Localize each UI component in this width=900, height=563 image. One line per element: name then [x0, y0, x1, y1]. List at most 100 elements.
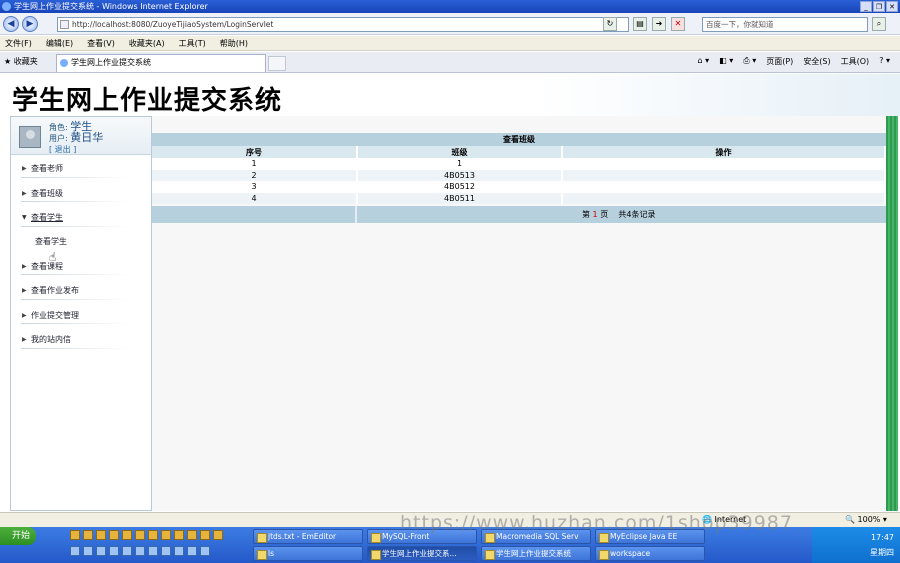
table-row: 1 1 — [152, 158, 886, 170]
menu-tools[interactable]: 工具(T) — [179, 36, 206, 50]
cell-class: 4B0511 — [357, 192, 563, 204]
window-controls: _ ❐ ✕ — [860, 1, 898, 12]
menu-view[interactable]: 查看(V) — [87, 36, 115, 50]
quick-launch-icon[interactable] — [187, 546, 197, 556]
quick-launch-icon[interactable] — [96, 546, 106, 556]
class-table: 序号 班级 操作 1 1 2 4B0513 3 4B0512 4 4B0511 — [152, 146, 886, 204]
vertical-scrollbar[interactable] — [886, 116, 898, 511]
arrow-down-icon: ▼ — [22, 214, 27, 221]
logout-link[interactable]: [ 退出 ] — [49, 144, 76, 155]
print-icon[interactable]: ⎙ ▾ — [743, 56, 756, 67]
taskbar-button-workspace[interactable]: workspace — [595, 546, 705, 561]
quick-launch-icon[interactable] — [122, 530, 132, 540]
quick-launch-icon[interactable] — [200, 546, 210, 556]
minimize-icon[interactable]: _ — [860, 1, 872, 12]
feeds-icon[interactable]: ◧ ▾ — [719, 56, 733, 67]
close-icon[interactable]: ✕ — [886, 1, 898, 12]
quick-launch-icon[interactable] — [187, 530, 197, 540]
sidebar-item-messages[interactable]: ▶ 我的站内信 — [11, 328, 151, 353]
cell-index: 4 — [152, 192, 358, 204]
help-icon[interactable]: ? ▾ — [879, 56, 890, 67]
command-page[interactable]: 页面(P) — [766, 56, 793, 67]
back-icon[interactable]: ◀ — [3, 16, 19, 32]
restore-icon[interactable]: ❐ — [873, 1, 885, 12]
favorites-button[interactable]: ★ 收藏夹 — [4, 56, 38, 67]
menu-file[interactable]: 文件(F) — [5, 36, 32, 50]
quick-launch-icon[interactable] — [83, 530, 93, 540]
hand-cursor-icon: ☝ — [49, 250, 57, 264]
quick-launch-icon[interactable] — [174, 530, 184, 540]
quick-launch-icon[interactable] — [135, 546, 145, 556]
avatar — [19, 126, 41, 148]
quick-launch-icon[interactable] — [148, 530, 158, 540]
quick-launch-icon[interactable] — [96, 530, 106, 540]
quick-launch-icon[interactable] — [213, 530, 223, 540]
sidebar-item-students[interactable]: ▼ 查看学生 — [11, 206, 151, 231]
start-button[interactable]: 开始 — [0, 527, 36, 545]
menu-edit[interactable]: 编辑(E) — [46, 36, 73, 50]
cell-class: 1 — [357, 158, 563, 170]
quick-launch-icon[interactable] — [200, 530, 210, 540]
quick-launch-icon[interactable] — [174, 546, 184, 556]
quick-launch-icon[interactable] — [109, 546, 119, 556]
sidebar-item-classes[interactable]: ▶ 查看班级 — [11, 182, 151, 207]
pager-page-number[interactable]: 1 — [593, 210, 598, 219]
menu-help[interactable]: 帮助(H) — [220, 36, 248, 50]
user-panel: 角色: 学生 用户: 黄日华 [ 退出 ] — [11, 117, 151, 155]
menu-favorites[interactable]: 收藏夹(A) — [129, 36, 165, 50]
quick-launch-icon[interactable] — [83, 546, 93, 556]
page-icon — [60, 20, 69, 29]
taskbar-button-ie-1[interactable]: 学生网上作业提交系... — [367, 546, 477, 561]
quick-launch-icon[interactable] — [70, 530, 80, 540]
weekday: 星期四 — [870, 548, 894, 557]
tab-bar: ★ 收藏夹 学生网上作业提交系统 ⌂ ▾ ◧ ▾ ⎙ ▾ 页面(P) 安全(S)… — [0, 52, 900, 73]
sidebar-item-teachers[interactable]: ▶ 查看老师 — [11, 157, 151, 182]
arrow-right-icon: ▶ — [22, 165, 27, 172]
quick-launch-icon[interactable] — [148, 546, 158, 556]
cell-index: 3 — [152, 181, 358, 193]
stop-icon[interactable]: ✕ — [671, 17, 685, 31]
command-safety[interactable]: 安全(S) — [803, 56, 830, 67]
address-row: ◀ ▶ http://localhost:8080/ZuoyeTijiaoSys… — [0, 13, 900, 35]
command-bar: ⌂ ▾ ◧ ▾ ⎙ ▾ 页面(P) 安全(S) 工具(O) ? ▾ — [698, 56, 891, 67]
taskbar-button-ls[interactable]: ls — [253, 546, 363, 561]
taskbar-button-emeditor[interactable]: jtds.txt - EmEditor — [253, 529, 363, 544]
taskbar-button-ie-2[interactable]: 学生网上作业提交系统 — [481, 546, 591, 561]
cell-action — [562, 158, 886, 170]
sidebar-item-submissions[interactable]: ▶ 作业提交管理 — [11, 304, 151, 329]
quick-launch-icon[interactable] — [161, 546, 171, 556]
quick-launch-row2 — [70, 546, 210, 556]
compat-icon[interactable]: ▤ — [633, 17, 647, 31]
search-input[interactable]: 百度一下，你就知道 — [702, 17, 868, 32]
quick-launch-icon[interactable] — [135, 530, 145, 540]
sidebar-subitem-view-students[interactable]: 查看学生 — [11, 231, 151, 255]
system-tray: 17:47 星期四 — [812, 527, 900, 563]
quick-launch-icon[interactable] — [122, 546, 132, 556]
arrow-right-icon: ▶ — [22, 287, 27, 294]
arrow-right-icon: ▶ — [22, 262, 27, 270]
quick-launch-icon[interactable] — [109, 530, 119, 540]
go-icon[interactable]: ➜ — [652, 17, 666, 31]
quick-launch-icon[interactable] — [70, 546, 80, 556]
user-name-row: 用户: 黄日华 — [49, 129, 103, 145]
home-icon[interactable]: ⌂ ▾ — [698, 56, 710, 67]
clock[interactable]: 17:47 — [871, 533, 894, 542]
refresh-icon[interactable]: ↻ — [603, 17, 617, 31]
zoom-control[interactable]: 🔍 100% ▾ — [845, 513, 887, 527]
command-tools[interactable]: 工具(O) — [841, 56, 870, 67]
sidebar-item-assignments[interactable]: ▶ 查看作业发布 — [11, 279, 151, 304]
sidebar-item-courses[interactable]: ▶ 查看课程 — [11, 255, 151, 280]
tab-current[interactable]: 学生网上作业提交系统 — [56, 54, 266, 72]
menu-bar: 文件(F) 编辑(E) 查看(V) 收藏夹(A) 工具(T) 帮助(H) — [0, 36, 900, 51]
user-name: 黄日华 — [70, 131, 104, 144]
sidebar-menu: ▶ 查看老师 ▶ 查看班级 ▼ 查看学生 查看学生 ▶ 查看课程 ▶ 查看作业发布 ▶ 作业… — [11, 157, 151, 353]
cell-index: 2 — [152, 169, 358, 181]
column-header-action: 操作 — [562, 146, 886, 158]
quick-launch-icon[interactable] — [161, 530, 171, 540]
new-tab-button[interactable] — [268, 56, 286, 71]
forward-icon[interactable]: ▶ — [22, 16, 38, 32]
arrow-right-icon: ▶ — [22, 189, 27, 197]
address-input[interactable]: http://localhost:8080/ZuoyeTijiaoSystem/… — [57, 17, 629, 32]
search-icon[interactable]: ⌕ — [872, 17, 886, 31]
watermark: https://www.huzhan.com/1shop39987 — [400, 512, 793, 534]
